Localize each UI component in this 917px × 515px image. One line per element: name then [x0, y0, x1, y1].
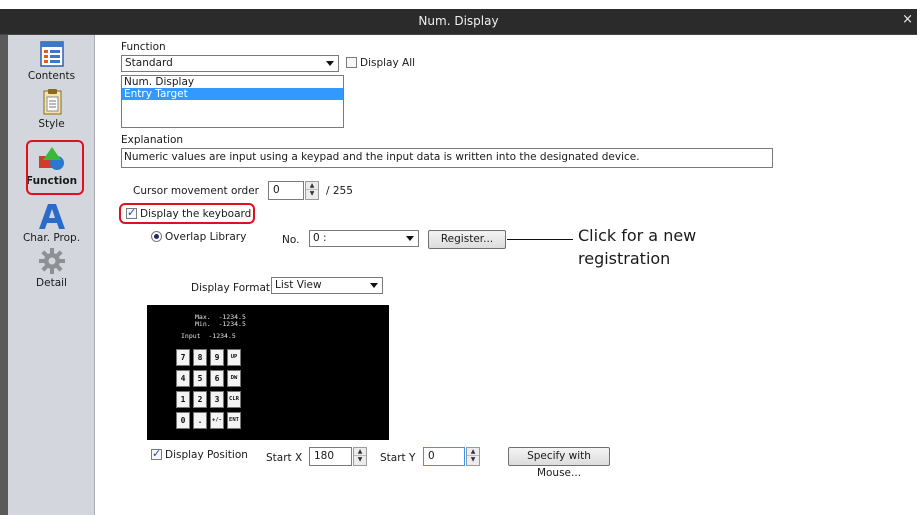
keyboard-preview: Max. -1234.5 Min. -1234.5 Input -1234.5 …	[147, 305, 389, 440]
keypad-key: 5	[193, 370, 207, 387]
list-item[interactable]: Entry Target	[122, 88, 343, 100]
specify-with-mouse-button[interactable]: Specify with Mouse...	[508, 447, 610, 479]
display-format-select[interactable]: List View	[271, 277, 383, 294]
library-no-value: 0 :	[313, 232, 327, 244]
preview-input-line: Input -1234.5	[181, 332, 236, 340]
chevron-up-icon[interactable]: ▲	[467, 448, 479, 456]
highlight-display-keyboard	[119, 203, 255, 224]
sidebar-item-style[interactable]: Style	[8, 87, 95, 130]
sidebar-item-label: Style	[38, 118, 65, 130]
highlight-function	[26, 140, 84, 195]
keypad-key: 3	[210, 391, 224, 408]
window-title: Num. Display	[418, 14, 499, 28]
keypad-key: 6	[210, 370, 224, 387]
chevron-down-icon	[370, 283, 378, 288]
display-all-checkbox[interactable]: Display All	[346, 57, 415, 69]
display-all-label: Display All	[360, 57, 416, 69]
overlap-library-radio[interactable]: Overlap Library	[151, 231, 246, 243]
start-x-stepper[interactable]: ▲ ▼	[353, 447, 367, 466]
radio-icon	[151, 231, 162, 242]
checkbox-icon	[151, 447, 162, 460]
keypad-key: .	[193, 412, 207, 429]
start-x-label: Start X	[266, 452, 303, 464]
overlap-library-label: Overlap Library	[165, 231, 247, 243]
contents-icon	[37, 39, 67, 69]
function-select[interactable]: Standard	[121, 55, 339, 72]
sidebar: Contents Style Function Char. Prop. Deta…	[8, 35, 95, 515]
function-panel: Function Standard Display All Num. Displ…	[96, 35, 917, 515]
cursor-order-stepper[interactable]: ▲ ▼	[305, 181, 319, 200]
keypad-key: 4	[176, 370, 190, 387]
chevron-up-icon[interactable]: ▲	[354, 448, 366, 456]
function-label: Function	[121, 41, 166, 53]
keypad-key: 9	[210, 349, 224, 366]
sidebar-item-detail[interactable]: Detail	[8, 246, 95, 289]
explanation-label: Explanation	[121, 134, 184, 146]
cursor-order-input[interactable]: 0	[268, 181, 304, 200]
keypad-key: +/-	[210, 412, 224, 429]
explanation-field: Numeric values are input using a keypad …	[121, 148, 773, 168]
callout-annotation: Click for a new registration	[578, 226, 697, 268]
keypad-key: 1	[176, 391, 190, 408]
sidebar-item-label: Char. Prop.	[22, 232, 81, 244]
window-titlebar: Num. Display ×	[0, 9, 917, 35]
function-select-value: Standard	[125, 57, 173, 69]
keypad-key: 2	[193, 391, 207, 408]
start-y-input[interactable]: 0	[423, 447, 465, 466]
style-icon	[37, 87, 67, 117]
keypad-key: CLR	[227, 391, 241, 408]
cursor-order-max: / 255	[326, 185, 353, 197]
function-list[interactable]: Num. Display Entry Target	[121, 75, 344, 128]
cursor-order-label: Cursor movement order	[133, 185, 259, 197]
chevron-up-icon[interactable]: ▲	[306, 182, 318, 190]
callout-line	[507, 239, 573, 240]
chevron-down-icon[interactable]: ▼	[354, 456, 366, 464]
list-item[interactable]: Num. Display	[122, 76, 343, 88]
start-y-stepper[interactable]: ▲ ▼	[466, 447, 480, 466]
chevron-down-icon[interactable]: ▼	[467, 456, 479, 464]
display-format-value: List View	[275, 279, 322, 291]
start-y-label: Start Y	[380, 452, 416, 464]
keypad-key: 0	[176, 412, 190, 429]
close-icon[interactable]: ×	[902, 12, 913, 27]
keypad-key: 8	[193, 349, 207, 366]
sidebar-item-char-prop[interactable]: Char. Prop.	[8, 201, 95, 244]
start-x-input[interactable]: 180	[309, 447, 352, 466]
preview-min-line: Min. -1234.5	[195, 320, 246, 328]
sidebar-item-contents[interactable]: Contents	[8, 39, 95, 82]
keypad-key: DW	[227, 370, 241, 387]
chevron-down-icon[interactable]: ▼	[306, 190, 318, 198]
display-position-label: Display Position	[165, 449, 248, 461]
display-position-checkbox[interactable]: Display Position	[151, 447, 248, 461]
sidebar-item-label: Contents	[27, 70, 76, 82]
register-button[interactable]: Register...	[428, 230, 506, 249]
sidebar-item-label: Detail	[36, 277, 67, 289]
keypad-key: 7	[176, 349, 190, 366]
library-no-label: No.	[282, 234, 300, 246]
left-frame	[0, 35, 8, 515]
chevron-down-icon	[326, 61, 334, 66]
checkbox-icon	[346, 57, 357, 68]
keypad-key: ENT	[227, 412, 241, 429]
library-no-select[interactable]: 0 :	[309, 230, 419, 247]
char-prop-icon	[37, 201, 67, 231]
detail-icon	[37, 246, 67, 276]
display-format-label: Display Format	[191, 282, 271, 294]
keypad-key: UP	[227, 349, 241, 366]
chevron-down-icon	[406, 236, 414, 241]
